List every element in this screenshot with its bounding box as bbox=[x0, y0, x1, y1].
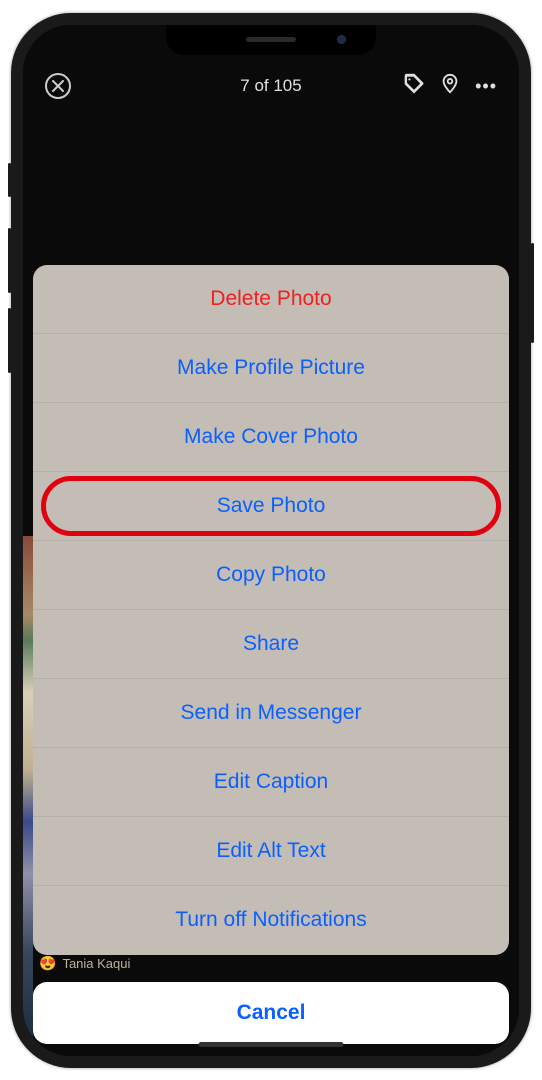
tag-icon[interactable] bbox=[403, 73, 425, 100]
volume-up-button bbox=[8, 228, 11, 293]
photo-counter: 7 of 105 bbox=[240, 76, 301, 96]
sheet-item-label: Turn off Notifications bbox=[175, 908, 366, 932]
speaker bbox=[246, 37, 296, 42]
close-button[interactable] bbox=[45, 73, 71, 99]
sheet-item-edit-alt-text[interactable]: Edit Alt Text bbox=[33, 817, 509, 886]
close-icon bbox=[52, 80, 64, 92]
sheet-item-label: Save Photo bbox=[217, 494, 326, 518]
sheet-item-label: Copy Photo bbox=[216, 563, 326, 587]
sheet-item-make-cover-photo[interactable]: Make Cover Photo bbox=[33, 403, 509, 472]
sheet-item-send-in-messenger[interactable]: Send in Messenger bbox=[33, 679, 509, 748]
like-emoji-icon: 😍 bbox=[39, 955, 56, 972]
sheet-item-label: Make Profile Picture bbox=[177, 356, 365, 380]
phone-frame: 7 of 105 ••• Delete Photo Make Profile Pi… bbox=[11, 13, 531, 1068]
sheet-item-label: Share bbox=[243, 632, 299, 656]
like-name: Tania Kaqui bbox=[62, 956, 130, 971]
sheet-item-delete-photo[interactable]: Delete Photo bbox=[33, 265, 509, 334]
sheet-item-label: Delete Photo bbox=[210, 287, 331, 311]
front-camera bbox=[337, 35, 346, 44]
sheet-item-turn-off-notifications[interactable]: Turn off Notifications bbox=[33, 886, 509, 955]
home-indicator[interactable] bbox=[199, 1042, 344, 1047]
cancel-button[interactable]: Cancel bbox=[33, 982, 509, 1044]
header-actions: ••• bbox=[403, 73, 497, 100]
sheet-item-save-photo[interactable]: Save Photo bbox=[33, 472, 509, 541]
action-sheet-overlay: Delete Photo Make Profile Picture Make Cov… bbox=[23, 255, 519, 1056]
sheet-item-label: Make Cover Photo bbox=[184, 425, 358, 449]
sheet-item-edit-caption[interactable]: Edit Caption bbox=[33, 748, 509, 817]
like-row: 😍 Tania Kaqui bbox=[33, 955, 509, 972]
mute-switch bbox=[8, 163, 11, 197]
sheet-item-copy-photo[interactable]: Copy Photo bbox=[33, 541, 509, 610]
sheet-item-make-profile-picture[interactable]: Make Profile Picture bbox=[33, 334, 509, 403]
volume-down-button bbox=[8, 308, 11, 373]
cancel-label: Cancel bbox=[237, 1001, 306, 1025]
action-sheet: Delete Photo Make Profile Picture Make Cov… bbox=[33, 265, 509, 955]
location-icon[interactable] bbox=[439, 73, 461, 100]
notch bbox=[166, 25, 376, 55]
sheet-item-label: Edit Caption bbox=[214, 770, 328, 794]
sheet-item-label: Send in Messenger bbox=[181, 701, 362, 725]
power-button bbox=[531, 243, 534, 343]
sheet-item-share[interactable]: Share bbox=[33, 610, 509, 679]
more-options-icon[interactable]: ••• bbox=[475, 76, 497, 97]
sheet-item-label: Edit Alt Text bbox=[216, 839, 325, 863]
app-screen: 7 of 105 ••• Delete Photo Make Profile Pi… bbox=[23, 25, 519, 1056]
photo-content-area[interactable]: Delete Photo Make Profile Picture Make Cov… bbox=[23, 110, 519, 1056]
phone-screen: 7 of 105 ••• Delete Photo Make Profile Pi… bbox=[23, 25, 519, 1056]
